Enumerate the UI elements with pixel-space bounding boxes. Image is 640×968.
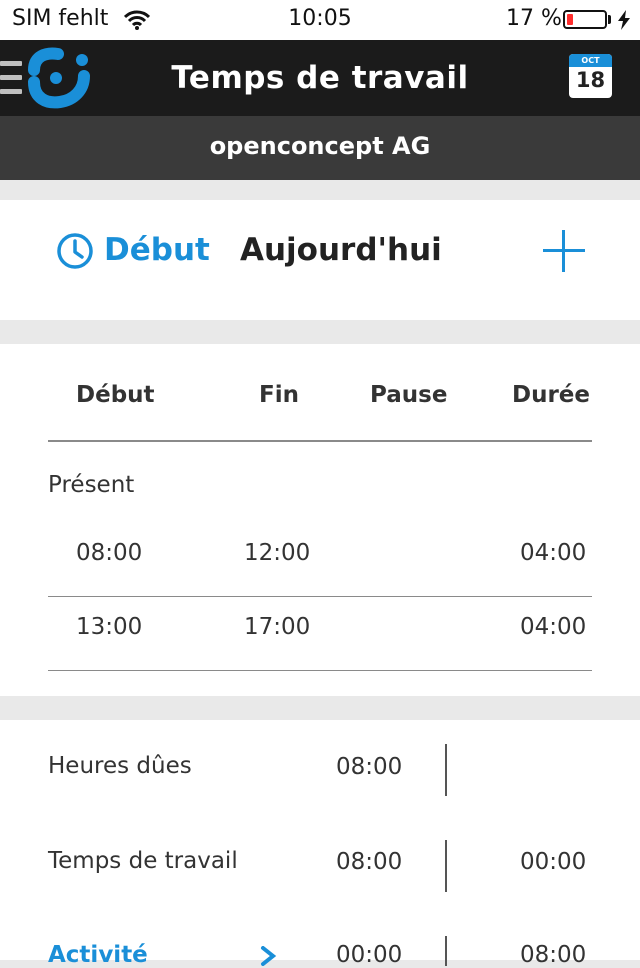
work-time-diff: 00:00 xyxy=(520,849,587,875)
column-separator xyxy=(445,744,447,796)
clock-icon xyxy=(57,233,93,269)
status-bar: SIM fehlt 10:05 17 % xyxy=(0,0,640,40)
column-separator xyxy=(445,936,447,966)
row-end: 12:00 xyxy=(244,540,311,566)
row-end: 17:00 xyxy=(244,614,311,640)
company-name: openconcept AG xyxy=(209,132,431,160)
battery-level xyxy=(567,14,573,25)
battery-percent: 17 % xyxy=(506,6,562,31)
row-duration: 04:00 xyxy=(520,540,587,566)
header-divider xyxy=(48,440,592,442)
row-divider xyxy=(48,670,592,671)
chevron-right-icon[interactable] xyxy=(258,946,278,966)
row-divider xyxy=(48,596,592,597)
column-header-end: Fin xyxy=(259,382,299,408)
start-button-label: Début xyxy=(104,232,210,268)
calendar-month: OCT xyxy=(569,54,612,67)
column-header-start: Début xyxy=(76,382,155,408)
date-label: Aujourd'hui xyxy=(240,232,442,268)
column-separator xyxy=(445,840,447,892)
calendar-day: 18 xyxy=(575,68,606,92)
activity-diff: 08:00 xyxy=(520,942,587,968)
company-bar: openconcept AG xyxy=(0,116,640,180)
due-hours-value: 08:00 xyxy=(336,754,403,780)
due-hours-label: Heures dûes xyxy=(48,753,192,779)
page-title: Temps de travail xyxy=(171,60,469,96)
charging-bolt-icon xyxy=(618,10,630,30)
nav-bar: Temps de travail OCT 18 xyxy=(0,40,640,116)
column-header-pause: Pause xyxy=(370,382,448,408)
work-time-label: Temps de travail xyxy=(48,848,238,874)
add-entry-icon[interactable] xyxy=(543,230,585,272)
row-start: 08:00 xyxy=(76,540,143,566)
activity-value: 00:00 xyxy=(336,942,403,968)
column-header-duration: Durée xyxy=(512,382,591,408)
battery-tip xyxy=(608,15,611,24)
section-label: Présent xyxy=(48,472,135,498)
summary-card: Heures dûes 08:00 Temps de travail 08:00… xyxy=(0,720,640,968)
time-entries-card: Début Fin Pause Durée Présent 08:00 12:0… xyxy=(0,344,640,696)
activity-link[interactable]: Activité xyxy=(48,942,148,968)
battery-icon xyxy=(563,10,607,29)
work-time-value: 08:00 xyxy=(336,849,403,875)
row-start: 13:00 xyxy=(76,614,143,640)
row-duration: 04:00 xyxy=(520,614,587,640)
calendar-icon[interactable]: OCT 18 xyxy=(569,54,612,98)
